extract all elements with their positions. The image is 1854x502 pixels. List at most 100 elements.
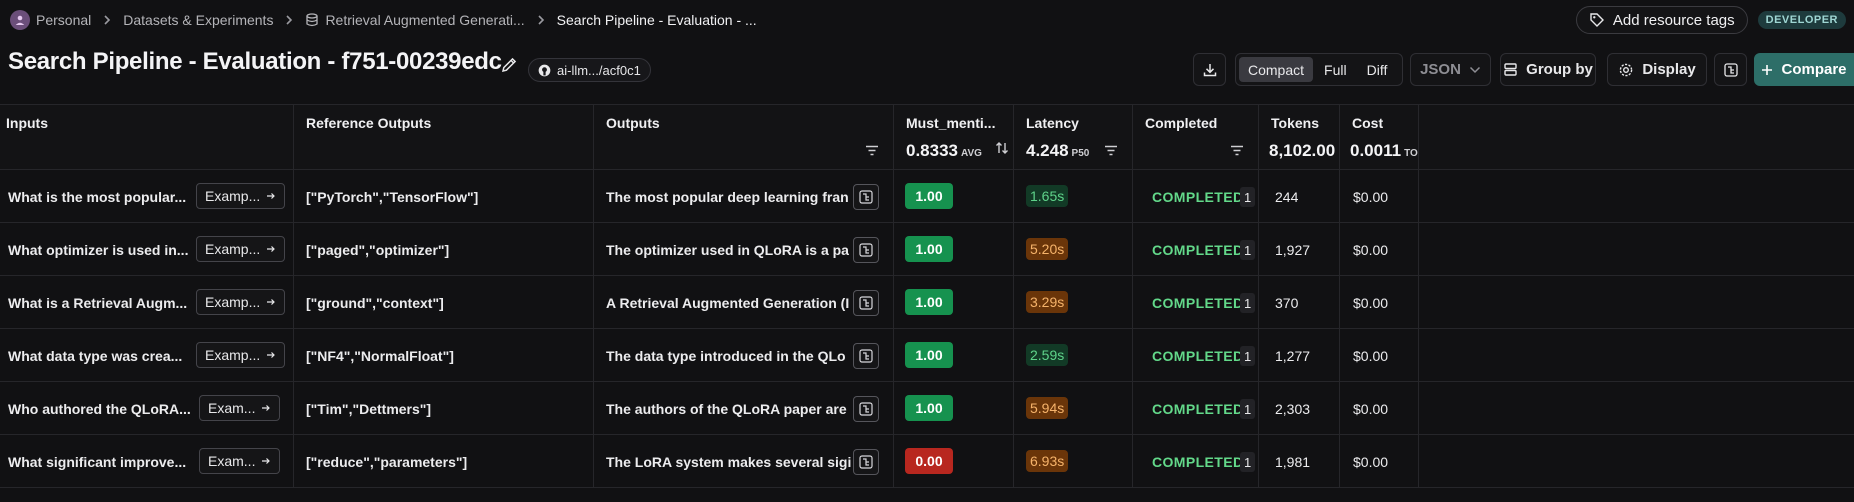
column-completed[interactable]: Completed xyxy=(1133,105,1259,171)
column-cost[interactable]: Cost 0.0011 TO xyxy=(1340,105,1419,171)
breadcrumb-datasets[interactable]: Datasets & Experiments xyxy=(123,12,273,28)
chevron-right-icon xyxy=(537,14,545,26)
table-row[interactable]: What optimizer is used in... Examp... ["pa… xyxy=(0,223,1854,276)
reference-cell[interactable]: ["reduce","parameters"] xyxy=(294,435,594,488)
chevron-right-icon xyxy=(285,14,293,26)
output-cell[interactable]: The LoRA system makes several sigi xyxy=(594,435,894,488)
table-row[interactable]: What is a Retrieval Augm... Examp... ["gro… xyxy=(0,276,1854,329)
sort-icon[interactable] xyxy=(995,141,1009,155)
output-cell[interactable]: The data type introduced in the QLo xyxy=(594,329,894,382)
cost-stat: 0.0011 TO xyxy=(1350,141,1418,161)
run-count: 1 xyxy=(1240,293,1256,313)
add-resource-tags-button[interactable]: Add resource tags xyxy=(1575,6,1748,34)
open-trace-icon[interactable] xyxy=(853,449,879,475)
input-text: What is the most popular... xyxy=(8,188,187,205)
reference-cell[interactable]: ["Tim","Dettmers"] xyxy=(294,382,594,435)
example-label: Examp... xyxy=(205,347,261,363)
tokens-stat: 8,102.00 xyxy=(1269,141,1335,161)
trace-view-button[interactable] xyxy=(1714,53,1747,86)
example-button[interactable]: Exam... xyxy=(199,395,281,421)
status-badge: COMPLETED xyxy=(1152,400,1244,417)
table-row[interactable]: Who authored the QLoRA... Exam... ["Tim","… xyxy=(0,382,1854,435)
column-label: Latency xyxy=(1026,115,1079,131)
table-row[interactable]: What is the most popular... Examp... ["PyT… xyxy=(0,170,1854,223)
compare-button[interactable]: Compare xyxy=(1754,53,1854,86)
open-trace-icon[interactable] xyxy=(853,290,879,316)
reference-cell[interactable]: ["paged","optimizer"] xyxy=(294,223,594,276)
column-label: Inputs xyxy=(6,115,48,131)
example-button[interactable]: Exam... xyxy=(199,448,281,474)
arrow-right-icon xyxy=(261,403,271,413)
column-must-mention[interactable]: Must_menti... 0.8333 AVG xyxy=(894,105,1014,171)
column-latency[interactable]: Latency 4.248 P50 xyxy=(1014,105,1133,171)
breadcrumb-dataset[interactable]: Retrieval Augmented Generati... xyxy=(305,12,525,28)
view-compact[interactable]: Compact xyxy=(1239,57,1314,82)
stat-label: P50 xyxy=(1071,148,1090,159)
column-label: Completed xyxy=(1145,115,1218,131)
filter-icon[interactable] xyxy=(1104,145,1118,156)
open-trace-icon[interactable] xyxy=(853,184,879,210)
must-mention-avg: 0.8333 xyxy=(906,141,958,160)
chevron-down-icon xyxy=(1469,66,1481,74)
example-button[interactable]: Examp... xyxy=(196,183,286,209)
pencil-icon[interactable] xyxy=(500,56,518,74)
output-text: The LoRA system makes several sigi xyxy=(606,453,852,470)
input-text: What significant improve... xyxy=(8,453,187,470)
repo-link[interactable]: ai-llm.../acf0c1 xyxy=(528,58,651,82)
output-cell[interactable]: The authors of the QLoRA paper are xyxy=(594,382,894,435)
reference-cell[interactable]: ["PyTorch","TensorFlow"] xyxy=(294,170,594,223)
example-button[interactable]: Examp... xyxy=(196,236,286,262)
output-cell[interactable]: The most popular deep learning fran xyxy=(594,170,894,223)
column-label: Must_menti... xyxy=(906,115,996,131)
table-row[interactable]: What significant improve... Exam... ["redu… xyxy=(0,435,1854,488)
table-row[interactable]: What data type was crea... Examp... ["NF4"… xyxy=(0,329,1854,382)
table-header: Inputs Reference Outputs Outputs Must_me… xyxy=(0,104,1854,171)
input-text: What optimizer is used in... xyxy=(8,241,189,258)
arrow-right-icon xyxy=(266,244,276,254)
output-cell[interactable]: The optimizer used in QLoRA is a pa xyxy=(594,223,894,276)
score-badge: 1.00 xyxy=(905,395,953,421)
stat-label: AVG xyxy=(961,148,982,159)
example-label: Examp... xyxy=(205,241,261,257)
score-badge: 1.00 xyxy=(905,236,953,262)
example-button[interactable]: Examp... xyxy=(196,289,286,315)
column-reference-outputs[interactable]: Reference Outputs xyxy=(294,105,594,171)
tag-icon xyxy=(1589,12,1605,28)
add-resource-tags-label: Add resource tags xyxy=(1612,11,1735,29)
page-title: Search Pipeline - Evaluation - f751-0023… xyxy=(8,48,502,75)
latency-badge: 2.59s xyxy=(1026,344,1069,366)
reference-cell[interactable]: ["ground","context"] xyxy=(294,276,594,329)
repo-label: ai-llm.../acf0c1 xyxy=(557,62,641,78)
breadcrumb-current: Search Pipeline - Evaluation - ... xyxy=(557,12,757,28)
example-button[interactable]: Examp... xyxy=(196,342,286,368)
open-trace-icon[interactable] xyxy=(853,343,879,369)
format-select[interactable]: JSON xyxy=(1410,53,1491,86)
chevron-right-icon xyxy=(103,14,111,26)
filter-icon[interactable] xyxy=(865,145,879,156)
output-cell[interactable]: A Retrieval Augmented Generation (I xyxy=(594,276,894,329)
score-badge: 1.00 xyxy=(905,289,953,315)
latency-badge: 3.29s xyxy=(1026,291,1069,313)
column-tokens[interactable]: Tokens 8,102.00 xyxy=(1259,105,1340,171)
view-diff[interactable]: Diff xyxy=(1358,57,1397,82)
github-icon xyxy=(538,64,551,77)
column-label: Tokens xyxy=(1271,115,1319,131)
download-button[interactable] xyxy=(1193,53,1226,86)
filter-icon[interactable] xyxy=(1230,145,1244,156)
breadcrumb-label: Personal xyxy=(36,12,92,28)
open-trace-icon[interactable] xyxy=(853,237,879,263)
display-button[interactable]: Display xyxy=(1607,53,1707,86)
reference-cell[interactable]: ["NF4","NormalFloat"] xyxy=(294,329,594,382)
open-trace-icon[interactable] xyxy=(853,396,879,422)
status-badge: COMPLETED xyxy=(1152,347,1244,364)
view-full[interactable]: Full xyxy=(1315,57,1356,82)
tokens-value: 370 xyxy=(1275,294,1299,311)
breadcrumb-label: Datasets & Experiments xyxy=(123,12,274,28)
tokens-value: 1,927 xyxy=(1275,241,1311,258)
cost-total: 0.0011 xyxy=(1350,141,1402,160)
column-outputs[interactable]: Outputs xyxy=(594,105,894,171)
breadcrumb-personal[interactable]: Personal xyxy=(10,10,91,30)
score-badge: 1.00 xyxy=(905,342,953,368)
column-inputs[interactable]: Inputs xyxy=(0,105,294,171)
group-by-button[interactable]: Group by xyxy=(1500,53,1596,86)
